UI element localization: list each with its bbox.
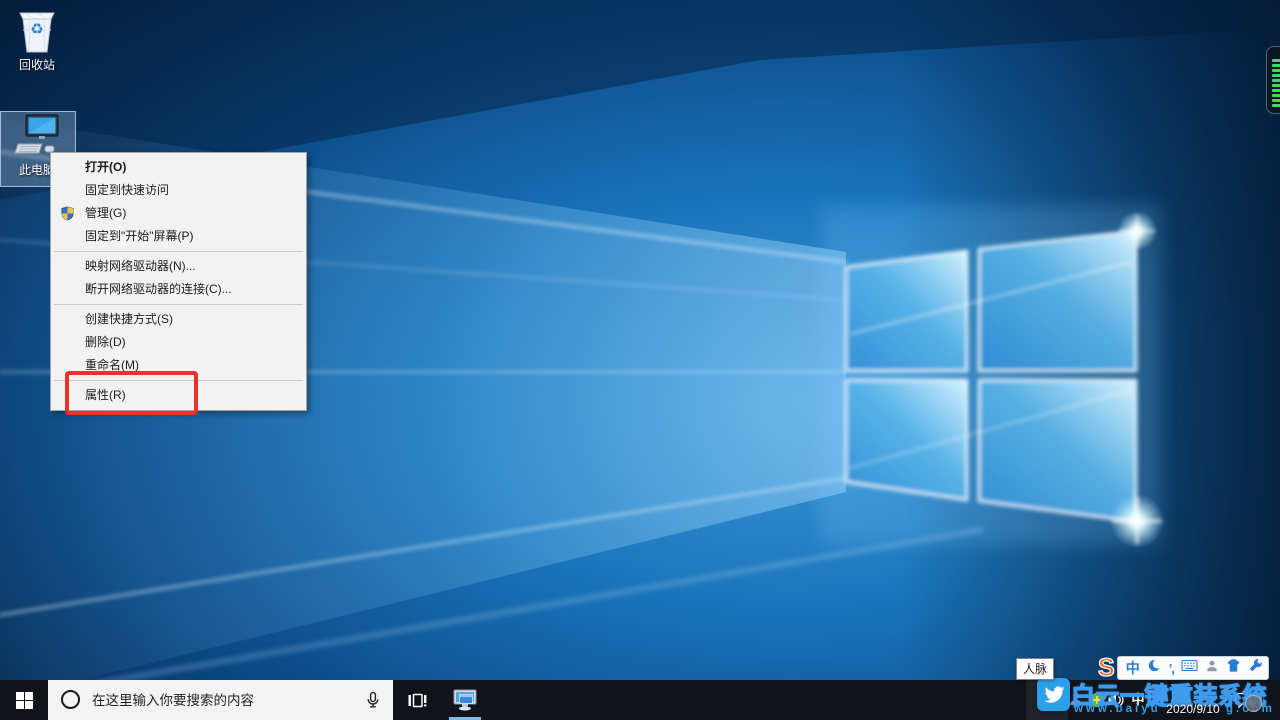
menu-separator xyxy=(54,251,303,252)
windows-desktop: ♻ 回收站 此电脑 打开(O) 固定到快速访问 xyxy=(0,0,1280,720)
menu-item-pin-quick-access[interactable]: 固定到快速访问 xyxy=(51,179,306,202)
recycle-arrows-icon: ♻ xyxy=(30,20,43,38)
task-view-button[interactable] xyxy=(396,680,438,720)
ime-toolbar: S 中 ’, xyxy=(1098,655,1269,681)
computer-window-icon xyxy=(452,687,478,713)
ime-fullmoon-icon[interactable] xyxy=(1147,658,1162,678)
microphone-icon[interactable] xyxy=(364,691,382,714)
menu-separator xyxy=(54,304,303,305)
menu-item-map-network-drive[interactable]: 映射网络驱动器(N)... xyxy=(51,255,306,278)
menu-separator xyxy=(54,380,303,381)
ime-account-icon[interactable] xyxy=(1205,659,1219,678)
recycle-bin-icon: ♻ xyxy=(14,6,60,54)
taskbar-this-pc-button[interactable] xyxy=(444,680,486,720)
action-center-icon[interactable] xyxy=(1234,691,1252,714)
people-button[interactable] xyxy=(1026,680,1068,720)
start-button[interactable] xyxy=(0,680,48,720)
ime-wrench-icon[interactable] xyxy=(1248,658,1263,678)
context-menu: 打开(O) 固定到快速访问 管理(G) 固定到"开始"屏幕(P) 映射网络驱动器… xyxy=(50,152,307,411)
recycle-bin-label: 回收站 xyxy=(5,56,69,73)
menu-item-create-shortcut[interactable]: 创建快捷方式(S) xyxy=(51,308,306,331)
tray-antivirus-icon[interactable] xyxy=(1090,693,1104,707)
menu-item-properties[interactable]: 属性(R) xyxy=(51,384,306,407)
ime-keyboard-icon[interactable] xyxy=(1181,659,1198,677)
menu-item-manage[interactable]: 管理(G) xyxy=(51,202,306,225)
menu-item-delete[interactable]: 删除(D) xyxy=(51,331,306,354)
ime-skin-shirt-icon[interactable] xyxy=(1226,658,1241,678)
menu-item-pin-start[interactable]: 固定到"开始"屏幕(P) xyxy=(51,225,306,248)
input-language-indicator[interactable]: 中 xyxy=(1127,680,1149,720)
speaker-icon[interactable] xyxy=(1107,692,1125,713)
people-tooltip: 人脉 xyxy=(1016,658,1054,680)
taskbar-search-box[interactable] xyxy=(48,680,393,720)
menu-item-open[interactable]: 打开(O) xyxy=(51,156,306,179)
taskbar: 中 xyxy=(0,680,1280,720)
windows-logo-icon xyxy=(16,692,33,709)
taskbar-clock-date[interactable]: 2020/9/10 xyxy=(1157,702,1229,716)
menu-item-disconnect-network-drive[interactable]: 断开网络驱动器的连接(C)... xyxy=(51,278,306,301)
menu-item-rename[interactable]: 重命名(M) xyxy=(51,354,306,377)
ime-chinese-mode-icon[interactable]: 中 xyxy=(1126,658,1140,678)
desktop-icon-recycle-bin[interactable]: ♻ 回收站 xyxy=(5,6,69,73)
search-input[interactable] xyxy=(48,680,393,720)
sogou-logo-icon[interactable]: S xyxy=(1098,655,1115,681)
volume-indicator xyxy=(1266,46,1280,114)
people-silhouette-icon xyxy=(1068,691,1084,712)
task-view-icon xyxy=(407,690,427,710)
uac-shield-icon xyxy=(60,206,75,221)
ime-punctuation-icon[interactable]: ’, xyxy=(1169,661,1174,676)
